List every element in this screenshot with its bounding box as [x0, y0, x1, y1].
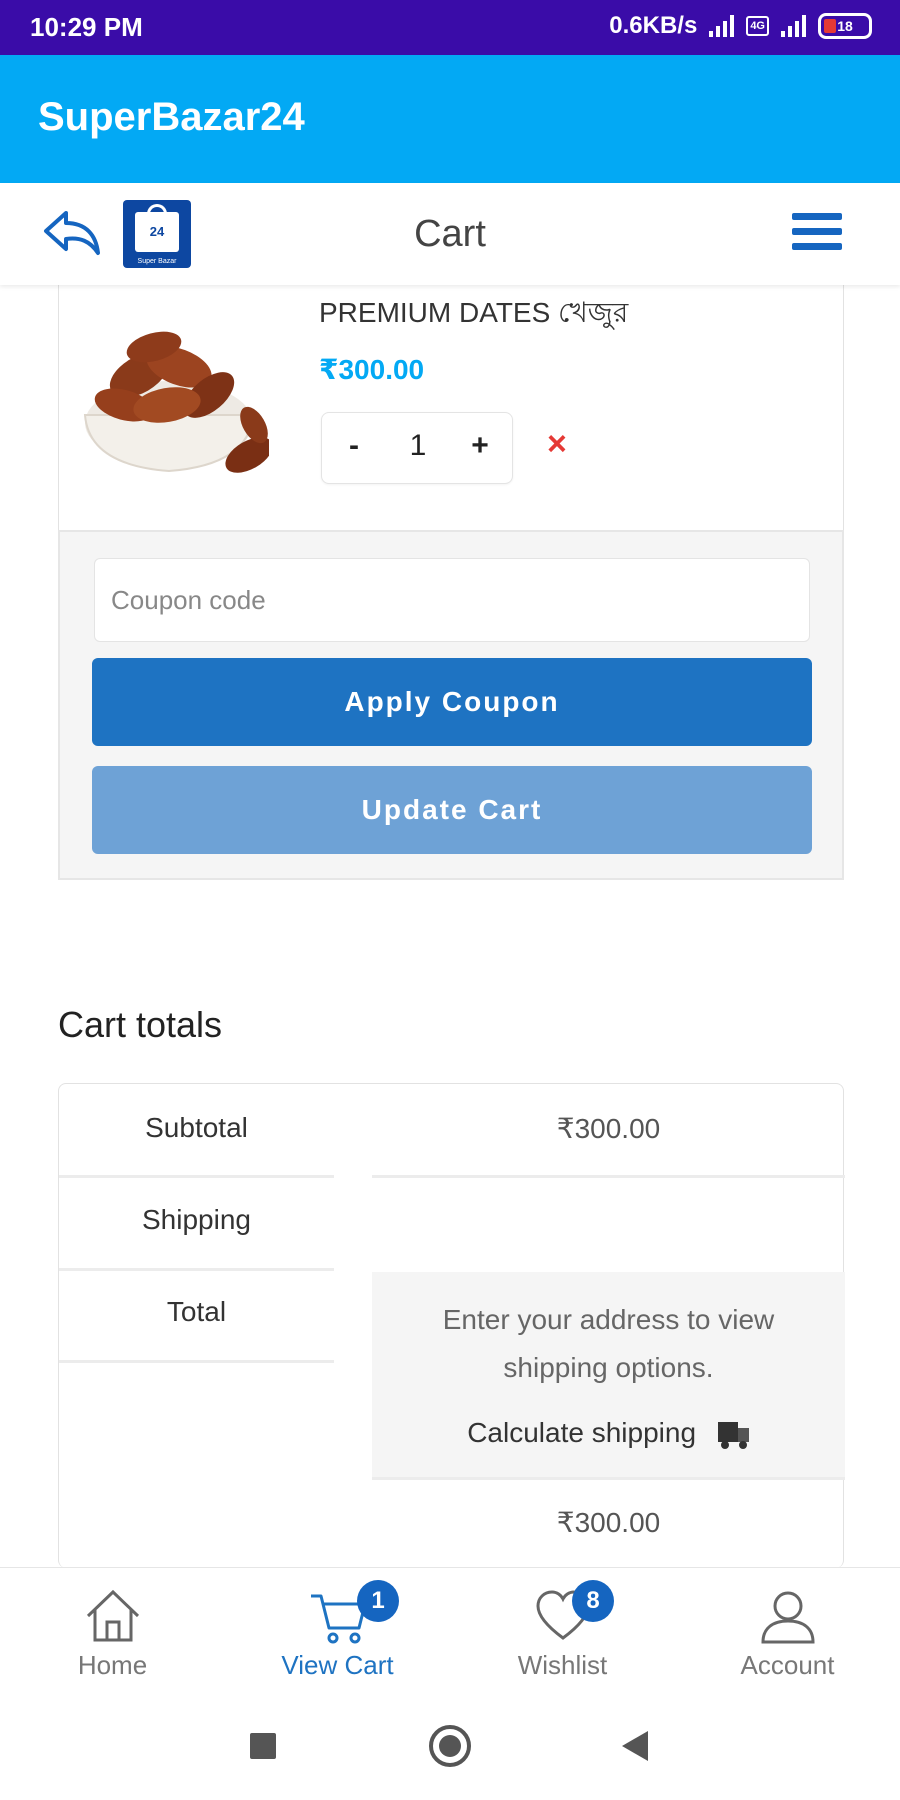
calculate-shipping-label: Calculate shipping — [467, 1417, 697, 1448]
nav-account[interactable]: Account — [675, 1568, 900, 1692]
quantity-value[interactable]: 1 — [398, 429, 438, 463]
status-time: 10:29 PM — [30, 12, 143, 42]
home-button-icon[interactable] — [429, 1725, 471, 1767]
total-label: Total — [166, 1296, 227, 1327]
quantity-stepper: - 1 + — [321, 412, 513, 484]
app-bar: SuperBazar24 — [0, 55, 900, 183]
coupon-panel: Apply Coupon Update Cart — [58, 530, 844, 880]
battery-icon: 18 — [818, 13, 872, 39]
nav-view-cart-label: View Cart — [281, 1650, 394, 1680]
logo-text: Super Bazar — [137, 258, 177, 265]
product-price: ₹300.00 — [319, 354, 425, 385]
subtotal-value: ₹300.00 — [556, 1113, 661, 1144]
bottom-navigation: Home 1 View Cart 8 Wishlist Account — [0, 1567, 900, 1691]
page-header: 24 Super Bazar Cart — [0, 183, 900, 285]
home-icon — [86, 1589, 140, 1642]
signal-icon — [709, 15, 735, 37]
menu-bar — [792, 213, 842, 220]
coupon-code-input[interactable] — [94, 558, 810, 642]
status-icons: 0.6KB/s 4G 18 — [609, 12, 872, 40]
shipping-label: Shipping — [142, 1204, 251, 1235]
truck-icon — [717, 1421, 750, 1449]
nav-wishlist[interactable]: 8 Wishlist — [450, 1568, 675, 1692]
net-speed: 0.6KB/s — [609, 12, 698, 39]
row-divider — [59, 1268, 334, 1271]
row-divider — [59, 1360, 334, 1363]
cart-item: PREMIUM DATES খেজুর ₹300.00 - 1 + × — [58, 285, 844, 530]
menu-button[interactable] — [792, 213, 842, 255]
system-navigation-bar — [0, 1691, 900, 1800]
nav-view-cart[interactable]: 1 View Cart — [225, 1568, 450, 1692]
user-icon — [761, 1591, 815, 1644]
recent-apps-icon[interactable] — [250, 1733, 276, 1759]
app-title: SuperBazar24 — [38, 95, 305, 139]
decrease-quantity-button[interactable]: - — [334, 429, 374, 463]
nav-home[interactable]: Home — [0, 1568, 225, 1692]
page-title: Cart — [414, 213, 486, 255]
menu-bar — [792, 228, 842, 235]
update-cart-button[interactable]: Update Cart — [92, 766, 812, 854]
nav-wishlist-label: Wishlist — [517, 1650, 608, 1680]
cart-count-badge: 1 — [357, 1580, 399, 1622]
battery-level: 18 — [837, 18, 853, 34]
product-image[interactable] — [79, 305, 269, 485]
row-divider — [372, 1477, 845, 1480]
remove-item-button[interactable]: × — [547, 425, 567, 464]
menu-bar — [792, 243, 842, 250]
shipping-options-box: Enter your address to view shipping opti… — [372, 1272, 845, 1477]
signal-icon-2 — [781, 15, 806, 37]
nav-home-label: Home — [77, 1650, 148, 1680]
cart-totals-heading: Cart totals — [58, 1004, 223, 1045]
sim-tag: 4G — [746, 16, 769, 36]
cart-totals-table: Subtotal ₹300.00 Shipping Total Enter yo… — [58, 1083, 845, 1568]
status-bar: 10:29 PM 0.6KB/s 4G 18 — [0, 0, 900, 55]
shipping-message: Enter your address to view shipping opti… — [442, 1304, 775, 1383]
total-value: ₹300.00 — [556, 1507, 661, 1538]
row-divider — [59, 1175, 334, 1178]
apply-coupon-button[interactable]: Apply Coupon — [92, 658, 812, 746]
subtotal-label: Subtotal — [145, 1112, 248, 1143]
calculate-shipping-link[interactable]: Calculate shipping — [372, 1417, 845, 1449]
wishlist-count-badge: 8 — [572, 1580, 614, 1622]
row-divider — [372, 1175, 845, 1178]
nav-account-label: Account — [740, 1650, 835, 1680]
product-name[interactable]: PREMIUM DATES খেজুর — [319, 291, 628, 338]
increase-quantity-button[interactable]: + — [460, 429, 500, 463]
back-triangle-icon[interactable] — [622, 1731, 648, 1761]
